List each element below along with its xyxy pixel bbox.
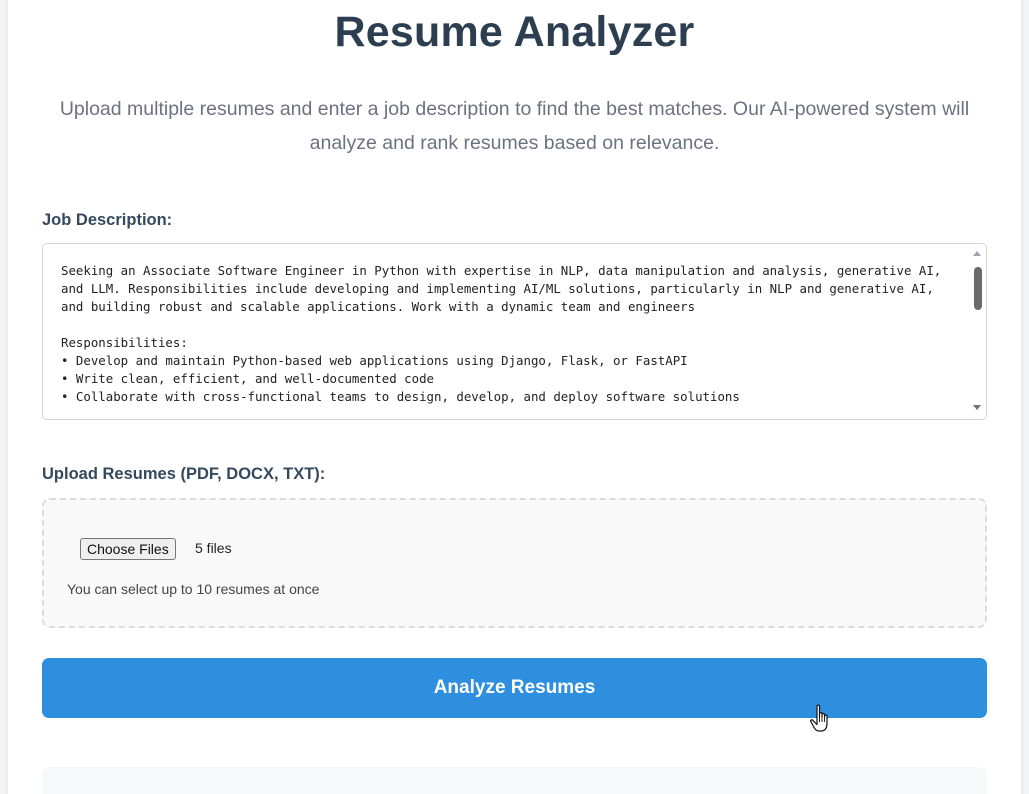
page-subtitle: Upload multiple resumes and enter a job … [59,98,970,154]
job-description-textarea[interactable]: Seeking an Associate Software Engineer i… [42,243,987,420]
scrollbar-thumb[interactable] [974,267,982,310]
results-panel [42,767,987,794]
upload-resumes-label: Upload Resumes (PDF, DOCX, TXT): [42,465,326,483]
page-title: Resume Analyzer [334,8,695,56]
job-description-label: Job Description: [42,211,173,229]
job-description-text[interactable]: Seeking an Associate Software Engineer i… [61,262,961,418]
upload-hint: You can select up to 10 resumes at once [67,581,320,597]
file-count-status: 5 files [195,540,232,556]
chevron-down-icon[interactable] [973,405,981,410]
choose-files-button[interactable]: Choose Files [80,538,176,560]
analyze-resumes-button[interactable]: Analyze Resumes [42,658,987,718]
chevron-up-icon[interactable] [973,251,981,256]
upload-dropzone[interactable]: Choose Files 5 files You can select up t… [42,498,987,628]
textarea-scrollbar[interactable] [969,244,986,419]
